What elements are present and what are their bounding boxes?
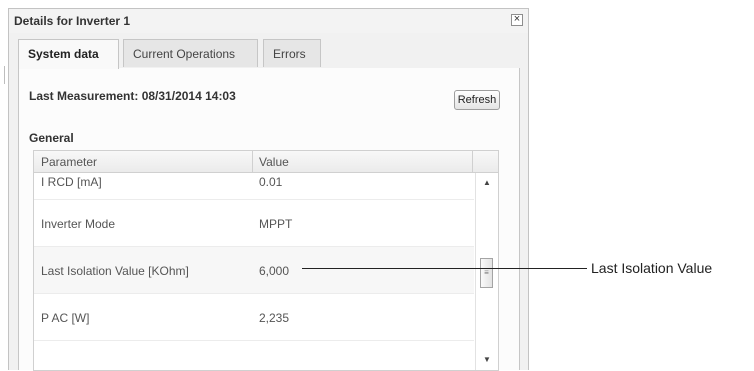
tab-system-data[interactable]: System data (18, 39, 119, 69)
cell-parameter: P AC [W] (41, 311, 90, 325)
close-icon[interactable]: × (511, 14, 523, 26)
dialog-title: Details for Inverter 1 (14, 14, 131, 28)
cell-parameter: Last Isolation Value [KOhm] (41, 264, 189, 278)
refresh-button[interactable]: Refresh (454, 90, 500, 110)
grid-body: I RCD [mA] 0.01 Inverter Mode MPPT Last … (34, 173, 474, 370)
cell-parameter: Inverter Mode (41, 217, 116, 231)
callout-leader-line (302, 268, 587, 269)
table-row[interactable]: I RCD [mA] 0.01 (34, 173, 474, 200)
scroll-thumb[interactable]: ≡ (480, 258, 493, 288)
background-window-edge (4, 66, 5, 84)
section-title-general: General (29, 131, 74, 145)
system-data-panel: Last Measurement: 08/31/2014 14:03 Refre… (18, 68, 520, 371)
column-header-value[interactable]: Value (259, 155, 289, 169)
grid-scrollbar[interactable]: ▲ ≡ ▼ (475, 173, 498, 370)
column-header-parameter[interactable]: Parameter (41, 155, 97, 169)
last-measurement-text: Last Measurement: 08/31/2014 14:03 (29, 89, 236, 103)
column-divider (252, 151, 253, 172)
cell-value: 2,235 (259, 311, 290, 325)
dialog-title-bar[interactable]: Details for Inverter 1 × (9, 9, 528, 33)
cell-value: 6,000 (259, 264, 290, 278)
callout-label: Last Isolation Value (591, 260, 713, 276)
tab-current-operations[interactable]: Current Operations (123, 39, 258, 67)
parameter-grid: Parameter Value I RCD [mA] 0.01 Inverter… (33, 150, 499, 371)
cell-parameter: I RCD [mA] (41, 175, 102, 189)
table-row[interactable]: Last Isolation Value [KOhm] 6,000 (34, 247, 474, 294)
tab-errors[interactable]: Errors (263, 39, 321, 67)
table-row[interactable]: P AC [W] 2,235 (34, 294, 474, 341)
column-divider (472, 151, 473, 172)
inverter-details-dialog: Details for Inverter 1 × System data Cur… (8, 8, 529, 371)
cell-value: MPPT (259, 217, 293, 231)
table-row[interactable]: Inverter Mode MPPT (34, 200, 474, 247)
scroll-up-arrow-icon[interactable]: ▲ (476, 175, 498, 191)
tab-bar: System data Current Operations Errors (18, 36, 520, 69)
scroll-down-arrow-icon[interactable]: ▼ (476, 352, 498, 368)
cell-value: 0.01 (259, 175, 283, 189)
grid-header: Parameter Value (34, 151, 498, 173)
